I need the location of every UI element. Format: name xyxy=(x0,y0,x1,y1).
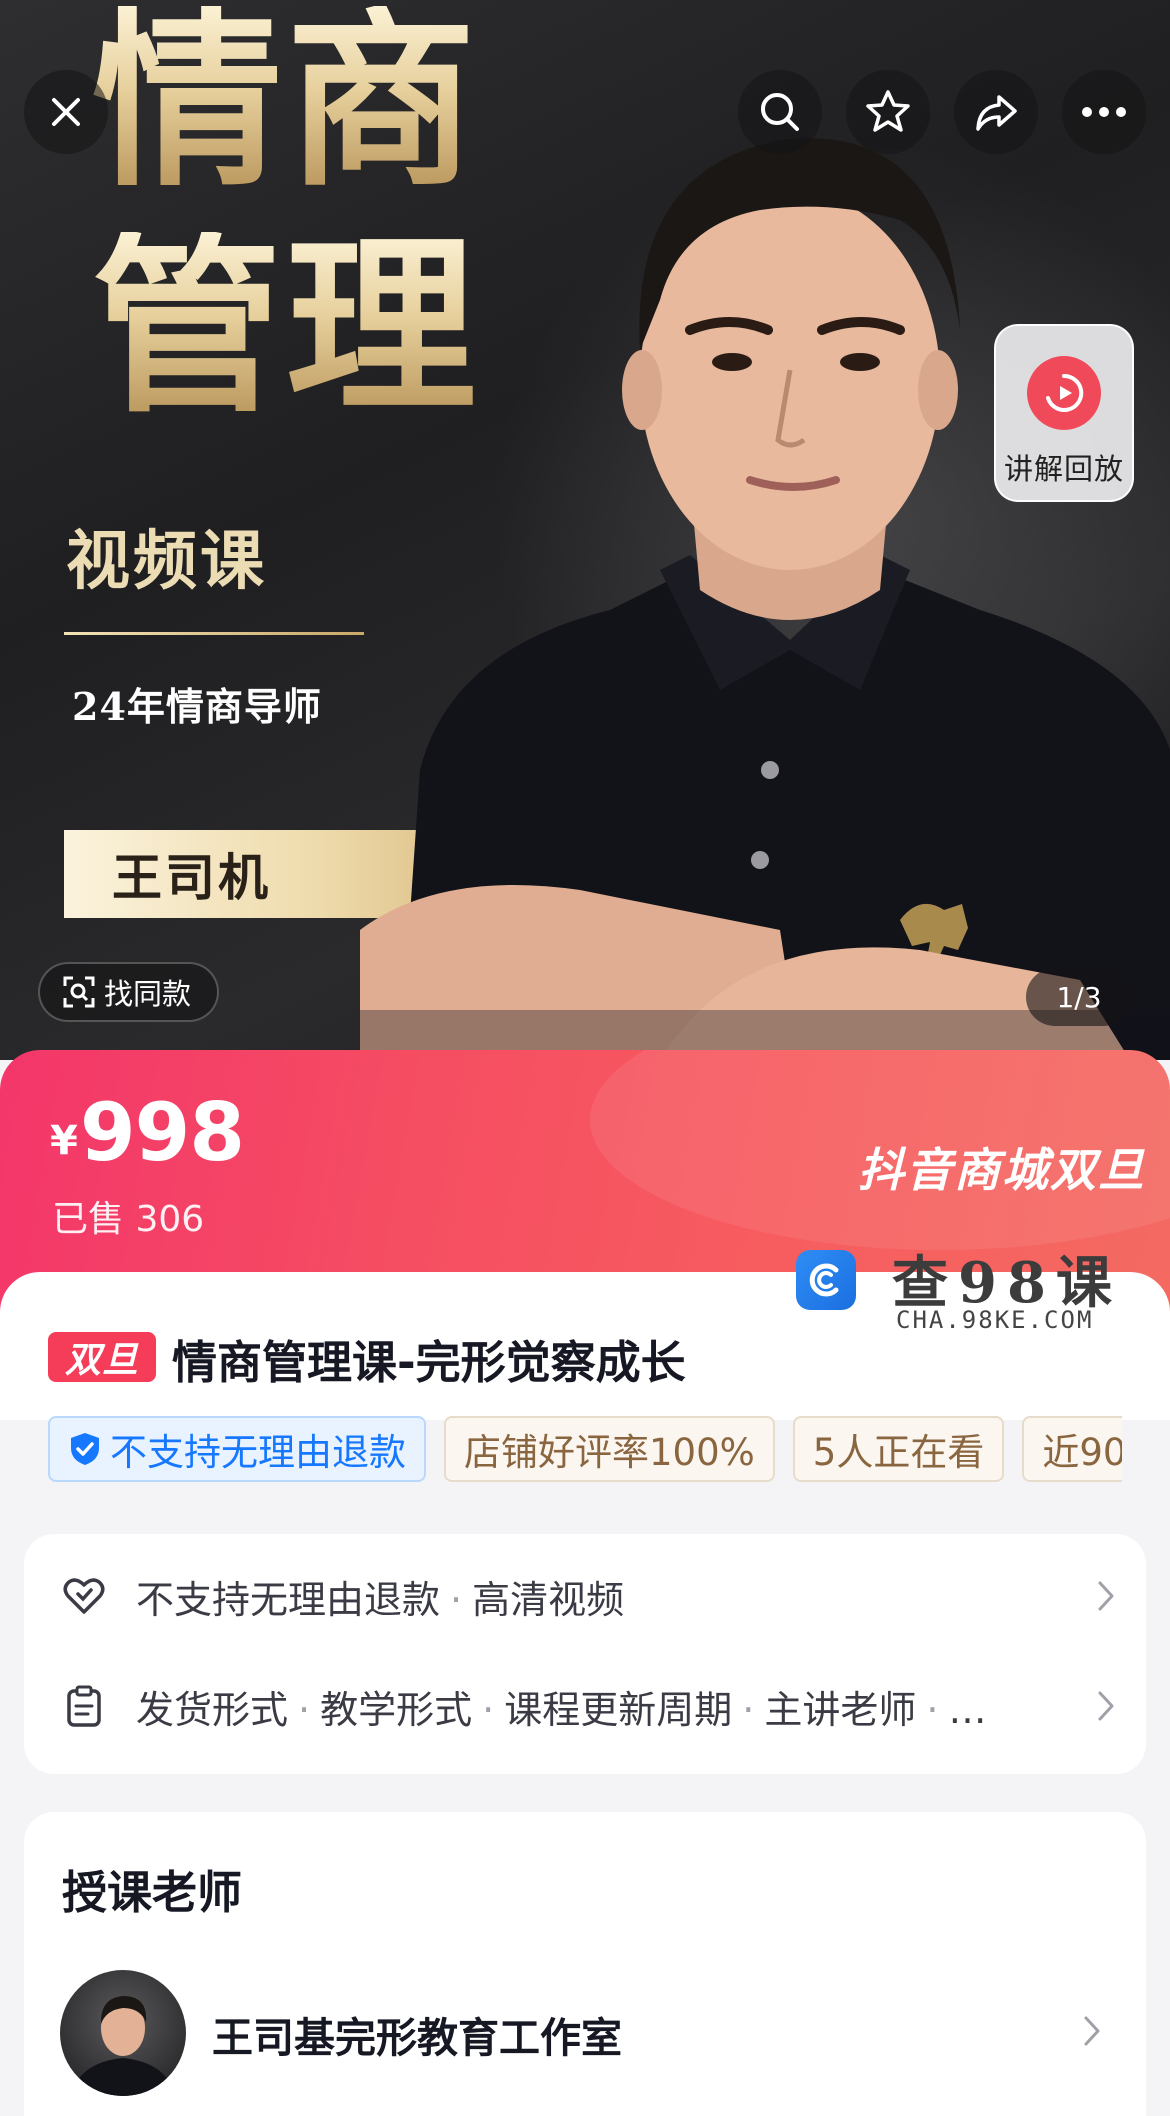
close-icon xyxy=(52,98,80,126)
explain-replay-button[interactable]: 讲解回放 xyxy=(994,324,1134,502)
product-highlight-chips: 不支持无理由退款 店铺好评率100% 5人正在看 近90 xyxy=(48,1416,1122,1486)
instructor-photo xyxy=(360,138,1170,1060)
chip-store-rating[interactable]: 店铺好评率100% xyxy=(444,1416,775,1482)
product-image-carousel[interactable]: 情商 管理 视频课 24年情商导师 王司机 讲解回放 找同款 1/3 xyxy=(0,0,1170,1060)
watermark-subtitle: CHA.98KE.COM xyxy=(896,1306,1094,1334)
param-teaching: 教学形式 xyxy=(320,1687,473,1732)
separator: · xyxy=(482,1687,495,1732)
more-dots-icon xyxy=(1082,107,1126,117)
teacher-avatar[interactable] xyxy=(60,1970,186,2096)
more-button[interactable] xyxy=(1062,70,1146,154)
chip-no-refund[interactable]: 不支持无理由退款 xyxy=(48,1416,426,1482)
teacher-section-title: 授课老师 xyxy=(62,1866,243,1919)
param-update-cycle: 课程更新周期 xyxy=(504,1687,733,1732)
replay-label: 讲解回放 xyxy=(1003,452,1124,486)
teacher-name[interactable]: 王司基完形教育工作室 xyxy=(212,2004,622,2064)
chip-label: 店铺好评率100% xyxy=(464,1431,755,1474)
chip-recent[interactable]: 近90 xyxy=(1022,1416,1122,1482)
avatar-portrait xyxy=(70,1996,176,2096)
instructor-name: 王司机 xyxy=(112,848,271,907)
watermark-c-icon xyxy=(809,1263,839,1297)
festival-tag: 双旦 xyxy=(48,1332,156,1382)
search-icon xyxy=(761,93,799,131)
param-delivery: 发货形式 xyxy=(136,1687,289,1732)
shield-check-icon xyxy=(71,1433,99,1465)
service-row-refund[interactable]: 不支持无理由退款 · 高清视频 xyxy=(62,1566,1116,1626)
scan-icon xyxy=(63,976,95,1008)
search-button[interactable] xyxy=(738,70,822,154)
service-refund: 不支持无理由退款 xyxy=(136,1577,441,1622)
image-counter: 1/3 xyxy=(1026,968,1132,1026)
separator: · xyxy=(450,1577,463,1622)
separator: · xyxy=(298,1687,311,1732)
price-amount: 998 xyxy=(80,1086,245,1179)
chevron-right-icon[interactable] xyxy=(1082,2014,1102,2048)
watermark-logo xyxy=(796,1250,856,1310)
heart-shield-icon xyxy=(62,1574,114,1618)
price-currency: ¥ xyxy=(50,1118,78,1164)
sold-count: 已售 306 xyxy=(52,1199,205,1240)
chip-watching[interactable]: 5人正在看 xyxy=(792,1416,1005,1482)
hero-tagline: 24年情商导师 xyxy=(72,684,322,729)
param-more: … xyxy=(948,1687,987,1732)
star-icon xyxy=(866,90,910,132)
chevron-right-icon xyxy=(1098,1691,1114,1721)
chip-label: 近90 xyxy=(1042,1431,1122,1474)
param-lecturer: 主讲老师 xyxy=(764,1687,917,1732)
festival-logo: 抖音商城双旦 xyxy=(858,1143,1146,1197)
clipboard-icon xyxy=(62,1684,114,1728)
replay-badge xyxy=(1027,356,1101,430)
find-similar-button[interactable]: 找同款 xyxy=(38,962,220,1022)
chevron-right-icon xyxy=(1098,1581,1114,1611)
separator: · xyxy=(926,1687,939,1732)
replay-icon xyxy=(1046,373,1084,412)
chip-label: 不支持无理由退款 xyxy=(110,1431,406,1474)
favorite-button[interactable] xyxy=(846,70,930,154)
service-row-text: 发货形式 · 教学形式 · 课程更新周期 · 主讲老师 ·… xyxy=(136,1679,1066,1734)
service-hd-video: 高清视频 xyxy=(472,1577,625,1622)
chip-label: 5人正在看 xyxy=(812,1431,985,1474)
hero-divider xyxy=(64,632,364,635)
separator: · xyxy=(742,1687,755,1732)
find-similar-label: 找同款 xyxy=(104,977,192,1011)
share-button[interactable] xyxy=(954,70,1038,154)
service-row-params[interactable]: 发货形式 · 教学形式 · 课程更新周期 · 主讲老师 ·… xyxy=(62,1676,1116,1736)
share-icon xyxy=(976,95,1017,131)
product-title: 情商管理课-完形觉察成长 xyxy=(172,1336,686,1389)
hero-subtitle: 视频课 xyxy=(66,524,267,599)
close-button[interactable] xyxy=(24,70,108,154)
service-row-text: 不支持无理由退款 · 高清视频 xyxy=(136,1569,1066,1624)
